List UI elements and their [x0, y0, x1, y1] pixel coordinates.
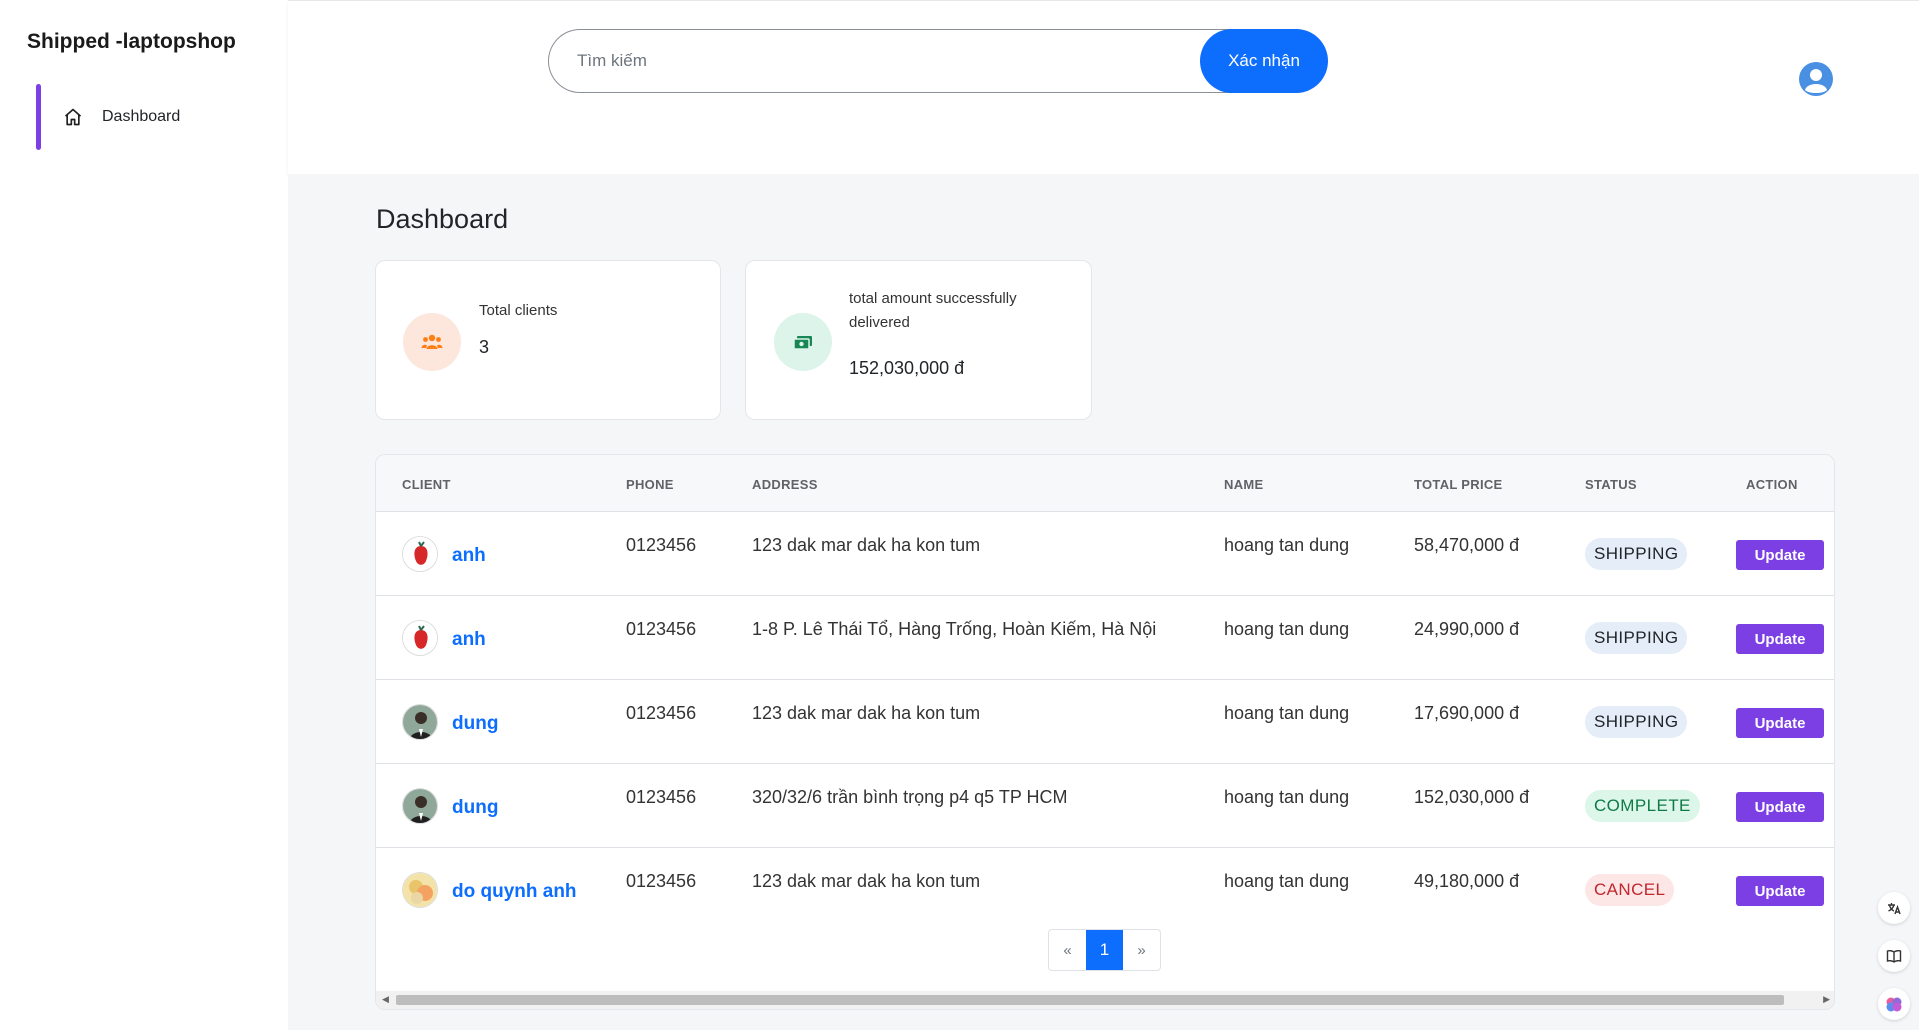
address-cell: 1-8 P. Lê Thái Tổ, Hàng Trống, Hoàn Kiếm…: [752, 619, 1157, 639]
update-button[interactable]: Update: [1736, 624, 1824, 654]
client-link[interactable]: do quynh anh: [452, 881, 577, 903]
phone-cell: 0123456: [626, 703, 697, 723]
brain-icon[interactable]: [1878, 988, 1910, 1020]
address-cell: 123 dak mar dak ha kon tum: [752, 871, 981, 891]
column-header-action: ACTION: [1746, 477, 1798, 492]
total-price-cell: 152,030,000 đ: [1414, 787, 1530, 807]
client-link[interactable]: anh: [452, 545, 486, 567]
money-icon: [774, 313, 832, 371]
avatar: [402, 872, 438, 908]
total-price-cell: 49,180,000 đ: [1414, 871, 1520, 891]
phone-cell: 0123456: [626, 787, 697, 807]
pagination: « 1 »: [1048, 929, 1161, 971]
pagination-prev[interactable]: «: [1049, 930, 1086, 970]
table-header: CLIENT PHONE ADDRESS NAME TOTAL PRICE ST…: [376, 455, 1834, 512]
total-price-cell: 24,990,000 đ: [1414, 619, 1520, 639]
table-row: anh 0123456 123 dak mar dak ha kon tum h…: [376, 512, 1834, 596]
book-icon[interactable]: [1878, 940, 1910, 972]
scroll-left-icon[interactable]: ◀: [382, 994, 389, 1005]
pagination-next[interactable]: »: [1123, 930, 1160, 970]
column-header-client: CLIENT: [402, 477, 451, 492]
name-cell: hoang tan dung: [1224, 871, 1350, 891]
update-button[interactable]: Update: [1736, 540, 1824, 570]
name-cell: hoang tan dung: [1224, 535, 1350, 555]
avatar: [402, 536, 438, 572]
home-icon: [62, 106, 84, 128]
table-row: do quynh anh 0123456 123 dak mar dak ha …: [376, 848, 1834, 932]
address-cell: 123 dak mar dak ha kon tum: [752, 703, 981, 723]
client-link[interactable]: dung: [452, 797, 498, 819]
column-header-total-price: TOTAL PRICE: [1414, 477, 1503, 492]
table-row: anh 0123456 1-8 P. Lê Thái Tổ, Hàng Trốn…: [376, 596, 1834, 680]
column-header-status: STATUS: [1585, 477, 1637, 492]
table-row: dung 0123456 320/32/6 trần bình trọng p4…: [376, 764, 1834, 848]
scroll-right-icon[interactable]: ▶: [1823, 994, 1830, 1005]
page-title: Dashboard: [376, 204, 509, 234]
sidebar: Shipped -laptopshop Dashboard: [0, 0, 288, 1030]
users-icon: [403, 313, 461, 371]
translate-icon[interactable]: [1878, 892, 1910, 924]
app-root: Shipped -laptopshop Dashboard Xác nhận D…: [0, 0, 1919, 1030]
column-header-address: ADDRESS: [752, 477, 818, 492]
card-label: total amount successfully delivered: [849, 290, 1017, 331]
total-price-cell: 17,690,000 đ: [1414, 703, 1520, 723]
card-label: Total clients: [479, 302, 558, 319]
status-badge: SHIPPING: [1585, 706, 1688, 738]
avatar: [402, 704, 438, 740]
phone-cell: 0123456: [626, 871, 697, 891]
address-cell: 123 dak mar dak ha kon tum: [752, 535, 981, 555]
client-link[interactable]: anh: [452, 629, 486, 651]
search-input[interactable]: [548, 29, 1248, 93]
status-badge: CANCEL: [1585, 874, 1675, 906]
address-cell: 320/32/6 trần bình trọng p4 q5 TP HCM: [752, 787, 1068, 807]
user-circle-icon[interactable]: [1798, 61, 1834, 97]
side-toolbar: [1878, 892, 1914, 1030]
client-link[interactable]: dung: [452, 713, 498, 735]
total-price-cell: 58,470,000 đ: [1414, 535, 1520, 555]
status-badge: SHIPPING: [1585, 622, 1688, 654]
status-badge: SHIPPING: [1585, 538, 1688, 570]
main-content: Dashboard Total clients 3 total amount s…: [288, 174, 1919, 1030]
pagination-page[interactable]: 1: [1086, 930, 1123, 970]
active-indicator: [36, 84, 41, 150]
update-button[interactable]: Update: [1736, 876, 1824, 906]
name-cell: hoang tan dung: [1224, 787, 1350, 807]
scrollbar-thumb[interactable]: [396, 995, 1784, 1005]
update-button[interactable]: Update: [1736, 792, 1824, 822]
brand-title: Shipped -laptopshop: [27, 30, 236, 53]
card-value: 152,030,000 đ: [849, 358, 965, 378]
column-header-phone: PHONE: [626, 477, 674, 492]
stat-card-delivered-amount: total amount successfully delivered 152,…: [745, 260, 1092, 420]
table-row: dung 0123456 123 dak mar dak ha kon tum …: [376, 680, 1834, 764]
submit-button[interactable]: Xác nhận: [1200, 29, 1328, 93]
column-header-name: NAME: [1224, 477, 1264, 492]
horizontal-scrollbar[interactable]: ◀ ▶: [376, 991, 1834, 1009]
name-cell: hoang tan dung: [1224, 619, 1350, 639]
avatar: [402, 620, 438, 656]
phone-cell: 0123456: [626, 535, 697, 555]
sidebar-item-label: Dashboard: [102, 108, 181, 125]
sidebar-item-dashboard[interactable]: Dashboard: [36, 84, 256, 150]
name-cell: hoang tan dung: [1224, 703, 1350, 723]
status-badge: COMPLETE: [1585, 790, 1700, 822]
phone-cell: 0123456: [626, 619, 697, 639]
update-button[interactable]: Update: [1736, 708, 1824, 738]
top-header: Xác nhận: [288, 0, 1919, 174]
stat-card-clients: Total clients 3: [375, 260, 721, 420]
orders-table: CLIENT PHONE ADDRESS NAME TOTAL PRICE ST…: [375, 454, 1835, 1010]
card-value: 3: [479, 337, 490, 357]
avatar: [402, 788, 438, 824]
